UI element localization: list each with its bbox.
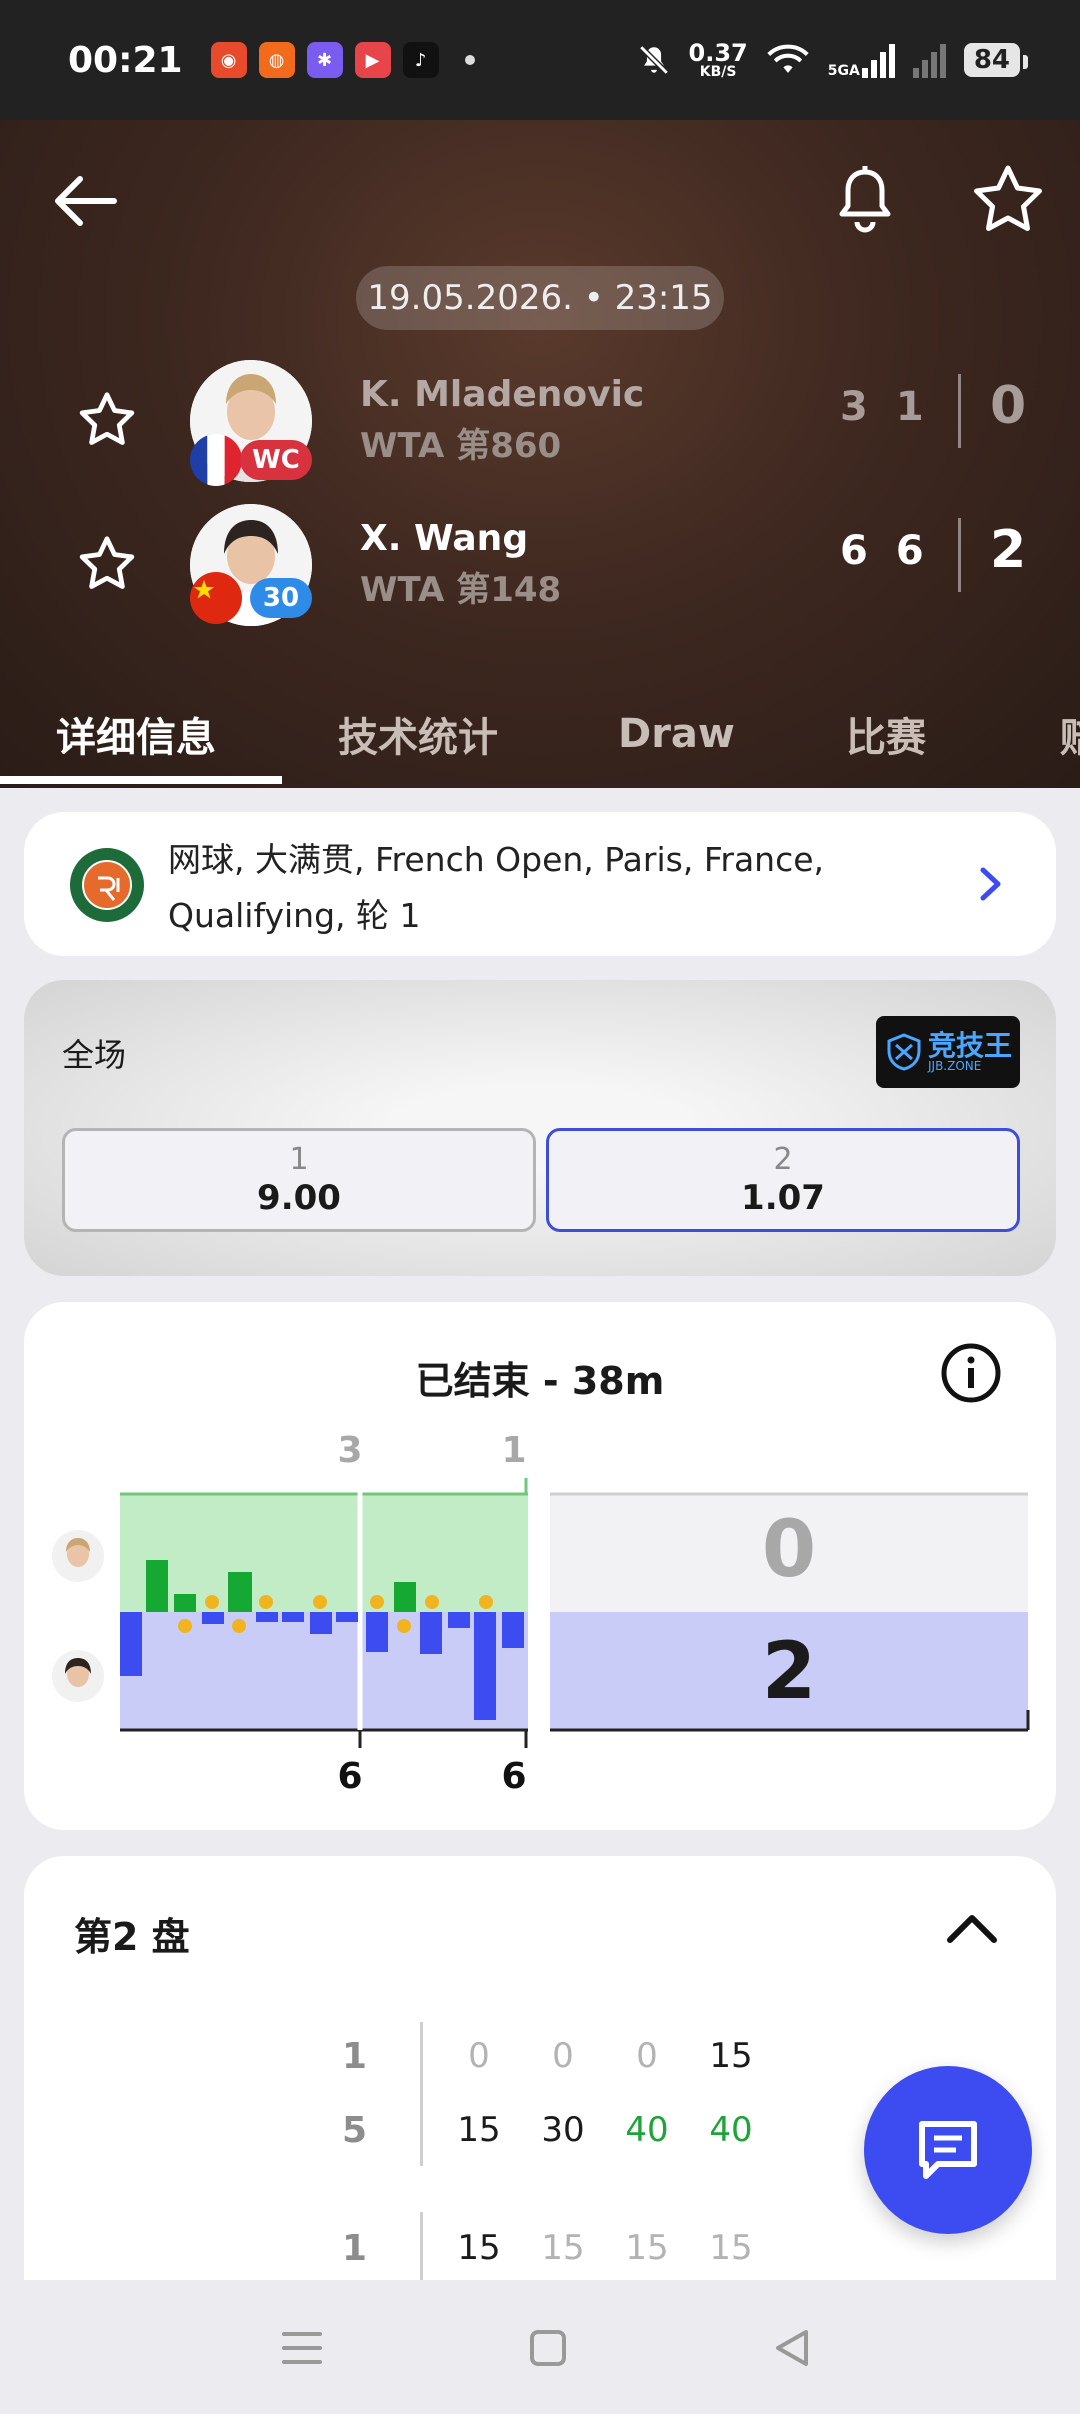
odds-option-2[interactable]: 2 1.07 — [546, 1128, 1020, 1232]
final-bottom-score: 2 — [762, 1627, 816, 1717]
favorite-match-button[interactable] — [970, 162, 1046, 238]
sponsor-logo[interactable]: 竞技王 JJB.ZONE — [876, 1016, 1020, 1088]
player-row-1[interactable]: WC K. Mladenovic WTA 第860 3 1 0 — [0, 356, 1080, 486]
player-rank: WTA 第860 — [360, 426, 562, 466]
more-notifications-dot — [464, 55, 475, 65]
final-score: 0 — [990, 376, 1027, 436]
odds-option-1[interactable]: 1 9.00 — [62, 1128, 536, 1232]
match-datetime: 19.05.2026. • 23:15 — [356, 266, 724, 330]
recent-apps-button[interactable] — [272, 2318, 332, 2378]
weibo-icon: ◉ — [210, 42, 247, 78]
set-2-bottom-score: 6 — [501, 1756, 526, 1797]
tiktok-icon: ♪ — [402, 42, 439, 78]
wifi-icon — [767, 44, 809, 73]
chevron-up-icon — [947, 1915, 997, 1943]
mute-icon — [638, 45, 669, 75]
home-button[interactable] — [518, 2318, 578, 2378]
favorite-player-button[interactable] — [76, 390, 138, 450]
video-icon: ▶ — [354, 42, 391, 78]
notification-button[interactable] — [830, 164, 900, 236]
menu-icon — [282, 2332, 322, 2364]
set-score: 6 — [840, 528, 868, 574]
signal-2-icon — [912, 42, 946, 78]
set-1-top-score: 3 — [337, 1430, 362, 1471]
set-title: 第2 盘 — [74, 1915, 190, 1959]
bell-icon — [839, 166, 891, 233]
wildcard-badge: WC — [240, 440, 312, 480]
status-bar: 00:21 ◉ ◍ ✱ ▶ ♪ 0.37 KB/S 5GA 84 — [0, 0, 1080, 120]
momentum-chart: 3 1 6 6 0 2 — [52, 1430, 1030, 1797]
battery-indicator: 84 — [963, 43, 1029, 77]
set-score: 6 — [895, 528, 924, 574]
back-arrow-icon — [55, 176, 117, 226]
network-speed: 0.37 KB/S — [688, 39, 748, 80]
player-row-2[interactable]: 30 X. Wang WTA 第148 6 6 2 — [0, 500, 1080, 630]
player-rank: WTA 第148 — [360, 570, 562, 610]
final-score: 2 — [990, 520, 1027, 580]
tournament-card[interactable]: 网球, 大满贯, French Open, Paris, France, Qua… — [24, 812, 1056, 956]
score-divider — [958, 374, 961, 448]
notification-icons: ◉ ◍ ✱ ▶ ♪ — [210, 42, 475, 78]
app-icon: ◍ — [258, 42, 295, 78]
tab-draw[interactable]: Draw — [618, 680, 735, 788]
sponsor-name: 竞技王 — [927, 1029, 1012, 1062]
odds-market-label: 全场 — [62, 1036, 127, 1074]
chevron-right-icon — [970, 864, 1010, 904]
tournament-info: 网球, 大满贯, French Open, Paris, France, Qua… — [168, 840, 825, 935]
match-timeline-card: 已结束 - 38m 3 1 6 6 0 2 — [24, 1302, 1056, 1830]
set-score: 1 — [895, 384, 924, 430]
tab-statistics[interactable]: 技术统计 — [338, 680, 498, 788]
star-icon — [79, 392, 135, 445]
tab-details[interactable]: 详细信息 — [56, 680, 216, 788]
odds-card: 全场 竞技王 JJB.ZONE 1 9.00 2 1.07 — [24, 980, 1056, 1276]
star-icon — [974, 165, 1042, 231]
set-scores: 6 6 — [840, 528, 924, 574]
tab-odds[interactable]: 赔 — [1060, 680, 1080, 788]
set-scores: 3 1 — [840, 384, 924, 430]
photos-icon: ✱ — [306, 42, 343, 78]
back-triangle-icon — [776, 2330, 808, 2366]
final-top-score: 0 — [762, 1505, 816, 1595]
chat-button[interactable] — [864, 2066, 1032, 2234]
player-2-mini-avatar — [52, 1650, 104, 1702]
point-row: 1 15 15 15 15 — [342, 2228, 753, 2269]
player-1-mini-avatar — [52, 1530, 104, 1582]
set-score: 3 — [840, 384, 868, 430]
point-row: 5 15 30 40 40 — [342, 2110, 753, 2151]
active-tab-indicator — [0, 776, 282, 784]
back-nav-button[interactable] — [762, 2318, 822, 2378]
back-button[interactable] — [50, 166, 120, 236]
tab-matches[interactable]: 比赛 — [846, 680, 926, 788]
home-icon — [530, 2330, 566, 2366]
collapse-button[interactable] — [942, 1904, 1002, 1952]
set-2-top-score: 1 — [501, 1430, 526, 1471]
france-flag-icon — [190, 434, 242, 486]
seed-badge: 30 — [250, 578, 312, 618]
point-row: 1 0 0 0 15 — [342, 2036, 753, 2077]
star-icon — [79, 536, 135, 589]
china-flag-icon — [190, 572, 242, 624]
signal-icon: 5GA — [828, 42, 895, 78]
chat-icon — [919, 2121, 977, 2179]
system-nav-bar — [0, 2280, 1080, 2414]
status-time: 00:21 — [68, 39, 183, 81]
set-1-bottom-score: 6 — [337, 1756, 362, 1797]
player-name: X. Wang — [360, 518, 529, 559]
score-divider — [958, 518, 961, 592]
match-header: 19.05.2026. • 23:15 WC K. Mladenovic WTA… — [0, 120, 1080, 788]
sponsor-shield-icon — [887, 1033, 921, 1071]
roland-garros-logo — [70, 848, 144, 922]
player-name: K. Mladenovic — [360, 374, 645, 415]
favorite-player-button[interactable] — [76, 534, 138, 594]
sponsor-url: JJB.ZONE — [927, 1059, 982, 1073]
tab-bar: 详细信息 技术统计 Draw 比赛 赔 — [0, 680, 1080, 788]
